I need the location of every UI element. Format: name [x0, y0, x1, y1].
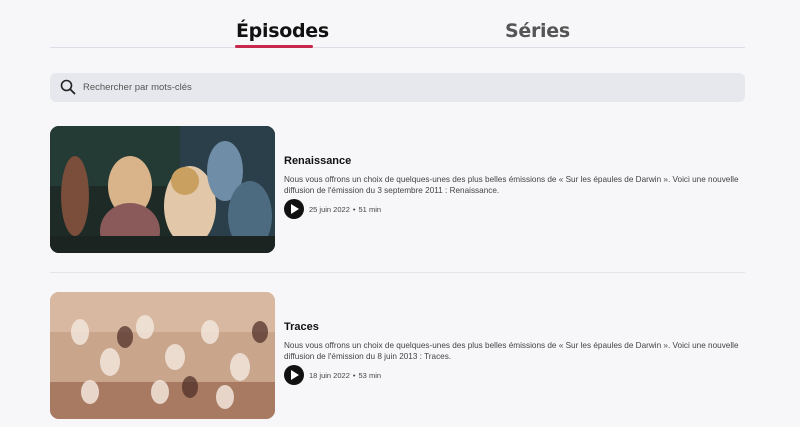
episode-thumbnail[interactable] [50, 292, 275, 419]
active-tab-indicator [235, 45, 313, 48]
episode-meta: 25 juin 2022 • 51 min [309, 205, 381, 214]
episode-title[interactable]: Renaissance [284, 155, 351, 167]
episode-card[interactable]: Traces Nous vous offrons un choix de que… [50, 292, 745, 419]
episode-duration: 53 min [358, 371, 382, 380]
episode-card[interactable]: Renaissance Nous vous offrons un choix d… [50, 126, 745, 253]
episode-thumbnail[interactable] [50, 126, 275, 253]
tab-bar: Épisodes Séries [50, 0, 745, 48]
episode-date: 18 juin 2022 [309, 371, 350, 380]
tab-episodes[interactable]: Épisodes [236, 20, 329, 42]
play-icon [291, 370, 299, 380]
search-input[interactable] [83, 73, 733, 102]
tab-series[interactable]: Séries [505, 20, 570, 42]
episode-description: Nous vous offrons un choix de quelques-u… [284, 175, 739, 195]
episode-duration: 51 min [358, 205, 382, 214]
episode-title[interactable]: Traces [284, 321, 319, 333]
search-bar[interactable] [50, 73, 745, 102]
episode-divider [50, 272, 745, 273]
meta-separator: • [352, 205, 356, 214]
meta-separator: • [352, 371, 356, 380]
play-button[interactable] [284, 199, 304, 219]
play-button[interactable] [284, 365, 304, 385]
episode-date: 25 juin 2022 [309, 205, 350, 214]
episode-meta: 18 juin 2022 • 53 min [309, 371, 381, 380]
episode-description: Nous vous offrons un choix de quelques-u… [284, 341, 739, 361]
play-icon [291, 204, 299, 214]
search-icon [60, 79, 76, 95]
